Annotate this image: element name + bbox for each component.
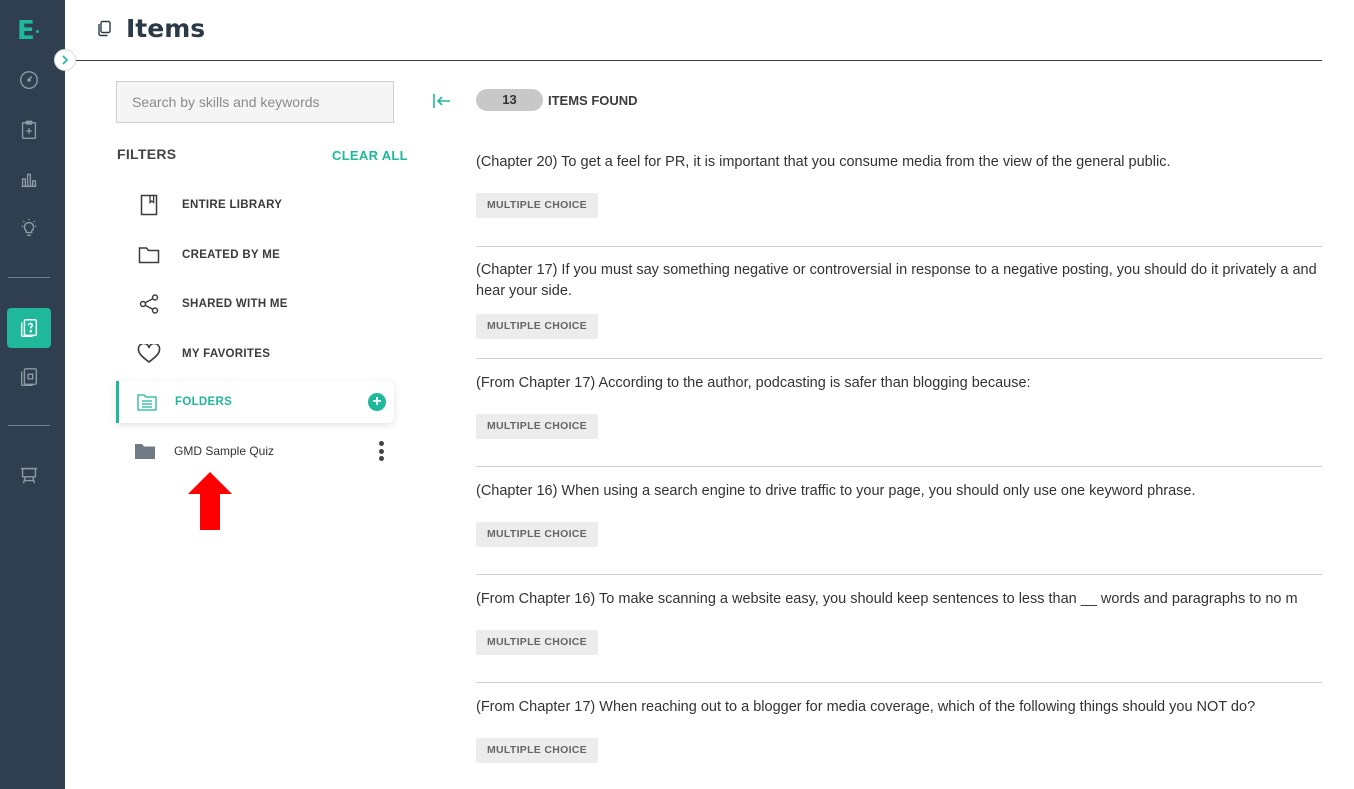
share-icon bbox=[139, 294, 159, 314]
list-item[interactable]: (From Chapter 16) To make scanning a web… bbox=[476, 575, 1322, 683]
collapse-panel-icon[interactable] bbox=[432, 92, 452, 110]
expand-sidebar-button[interactable] bbox=[54, 49, 76, 71]
question-text[interactable]: (Chapter 20) To get a feel for PR, it is… bbox=[476, 152, 1322, 173]
filter-label: CREATED BY ME bbox=[182, 249, 281, 261]
page-header: Items bbox=[76, 0, 1322, 61]
item-bank-nav-active[interactable] bbox=[7, 308, 51, 348]
logo-dot bbox=[36, 30, 39, 33]
annotation-arrow-icon bbox=[188, 472, 232, 530]
question-text[interactable]: (From Chapter 17) According to the autho… bbox=[476, 373, 1322, 394]
presentation-easel-icon[interactable] bbox=[14, 460, 44, 490]
folder-more-options-button[interactable] bbox=[378, 441, 384, 461]
add-folder-button[interactable]: + bbox=[368, 393, 386, 411]
items-count-badge: 13 bbox=[476, 89, 543, 111]
folders-label: FOLDERS bbox=[175, 396, 233, 408]
folder-filled-icon bbox=[135, 444, 155, 459]
filter-shared-with-me[interactable]: SHARED WITH ME bbox=[116, 284, 394, 324]
question-type-badge: MULTIPLE CHOICE bbox=[476, 193, 598, 218]
ideas-lightbulb-icon[interactable] bbox=[14, 213, 44, 243]
filter-entire-library[interactable]: ENTIRE LIBRARY bbox=[116, 185, 394, 225]
filter-label: MY FAVORITES bbox=[182, 348, 271, 360]
question-type-badge: MULTIPLE CHOICE bbox=[476, 738, 598, 763]
folder-name: GMD Sample Quiz bbox=[174, 444, 275, 458]
app-logo[interactable]: E bbox=[17, 16, 35, 46]
question-text[interactable]: (From Chapter 17) When reaching out to a… bbox=[476, 697, 1322, 718]
filter-label: SHARED WITH ME bbox=[182, 298, 288, 310]
filter-created-by-me[interactable]: CREATED BY ME bbox=[116, 235, 394, 275]
clear-all-link[interactable]: CLEAR ALL bbox=[332, 148, 408, 163]
question-type-badge: MULTIPLE CHOICE bbox=[476, 314, 598, 339]
search-input[interactable] bbox=[116, 81, 394, 123]
page-title: Items bbox=[126, 14, 206, 43]
question-type-badge: MULTIPLE CHOICE bbox=[476, 522, 598, 547]
left-nav-rail: E bbox=[0, 0, 65, 789]
question-bank-icon bbox=[20, 319, 38, 337]
folders-list-icon bbox=[137, 394, 157, 411]
items-copy-icon bbox=[98, 20, 111, 37]
question-text[interactable]: (From Chapter 16) To make scanning a web… bbox=[476, 589, 1322, 610]
filter-my-favorites[interactable]: MY FAVORITES bbox=[116, 334, 394, 374]
filters-heading: FILTERS bbox=[117, 146, 177, 162]
list-item[interactable]: (Chapter 17) If you must say something n… bbox=[476, 247, 1322, 359]
question-text[interactable]: (Chapter 17) If you must say something n… bbox=[476, 260, 1322, 302]
rail-divider bbox=[8, 425, 50, 426]
question-type-badge: MULTIPLE CHOICE bbox=[476, 630, 598, 655]
folder-entry[interactable]: GMD Sample Quiz bbox=[116, 434, 394, 468]
chevron-right-icon bbox=[62, 55, 69, 65]
filter-folders[interactable]: FOLDERS + bbox=[116, 381, 394, 423]
assignment-clipboard-icon[interactable] bbox=[14, 115, 44, 145]
filter-label: ENTIRE LIBRARY bbox=[182, 199, 283, 211]
heart-icon bbox=[137, 344, 161, 364]
question-type-badge: MULTIPLE CHOICE bbox=[476, 414, 598, 439]
content-library-icon[interactable] bbox=[14, 362, 44, 392]
reports-bar-chart-icon[interactable] bbox=[14, 164, 44, 194]
bookmark-book-icon bbox=[140, 194, 158, 216]
results-list: (Chapter 20) To get a feel for PR, it is… bbox=[476, 138, 1322, 789]
rail-divider bbox=[8, 277, 50, 278]
list-item[interactable]: (Chapter 16) When using a search engine … bbox=[476, 467, 1322, 575]
question-text[interactable]: (Chapter 16) When using a search engine … bbox=[476, 481, 1322, 502]
list-item[interactable]: (Chapter 20) To get a feel for PR, it is… bbox=[476, 138, 1322, 247]
dashboard-gauge-icon[interactable] bbox=[14, 65, 44, 95]
items-found-label: ITEMS FOUND bbox=[548, 93, 638, 108]
folder-outline-icon bbox=[138, 247, 160, 264]
list-item[interactable]: (From Chapter 17) According to the autho… bbox=[476, 359, 1322, 467]
list-item[interactable]: (From Chapter 17) When reaching out to a… bbox=[476, 683, 1322, 789]
